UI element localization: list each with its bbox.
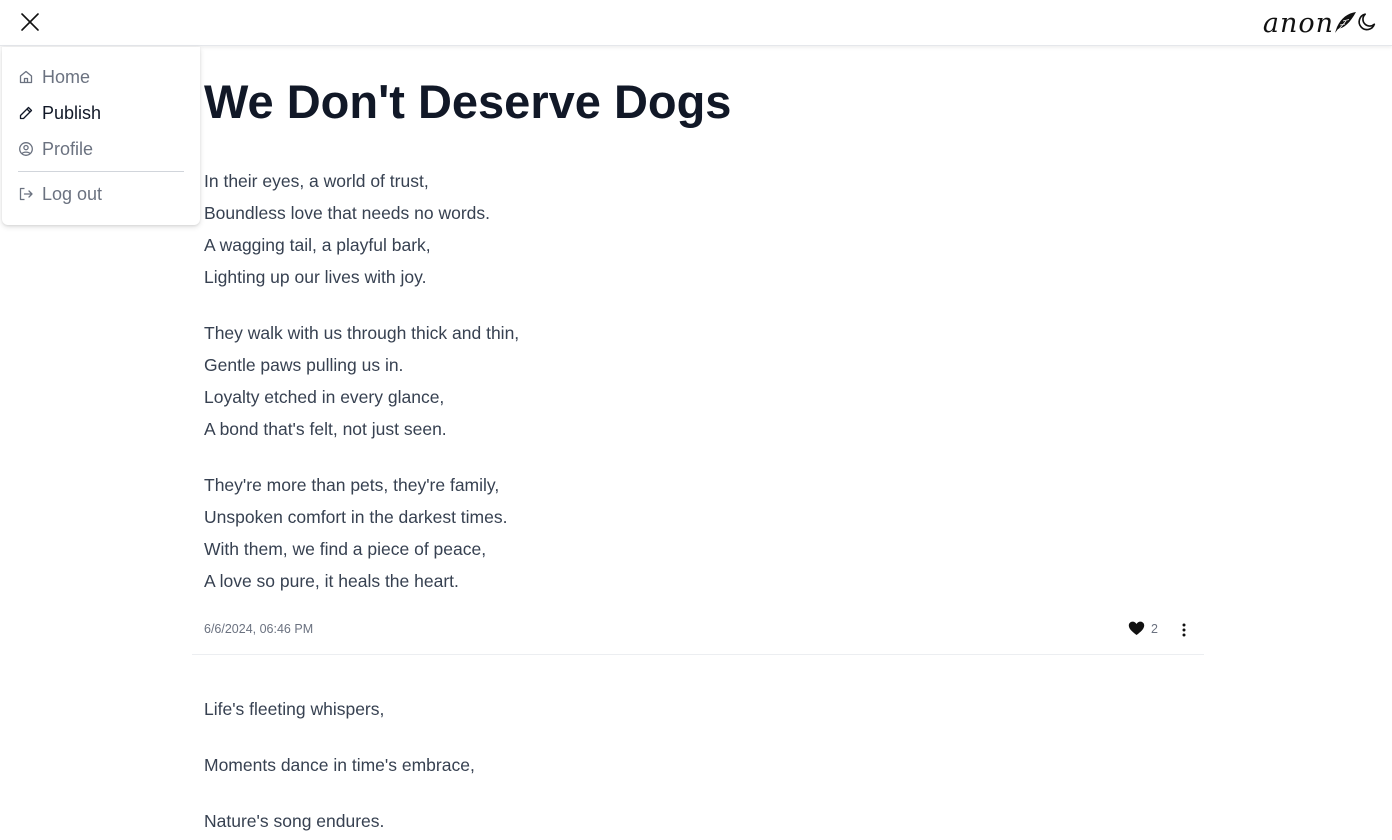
- close-icon: [21, 13, 39, 31]
- feather-icon: [1333, 12, 1356, 36]
- poem-line: Life's fleeting whispers,: [204, 699, 385, 719]
- poem-line: They walk with us through thick and thin…: [204, 323, 520, 343]
- poem-line: They're more than pets, they're family,: [204, 475, 500, 495]
- menu-item-profile[interactable]: Profile: [18, 137, 93, 161]
- home-icon: [18, 69, 34, 85]
- menu-item-label: Publish: [42, 102, 102, 123]
- user-circle-icon: [18, 141, 34, 157]
- poem-line: Nature's song endures.: [204, 811, 385, 831]
- poem-line: Moments dance in time's embrace,: [204, 755, 475, 775]
- post-title: We Don't Deserve Dogs: [204, 75, 732, 128]
- pencil-icon: [18, 105, 34, 121]
- poem-line: A bond that's felt, not just seen.: [204, 419, 447, 439]
- poem-line: Lighting up our lives with joy.: [204, 267, 427, 287]
- menu-divider: [18, 171, 184, 172]
- nav-menu: Home Publish Profile Log out: [2, 47, 200, 225]
- more-vertical-icon: [1182, 623, 1186, 637]
- brand-logo[interactable]: anon: [1263, 4, 1358, 42]
- like-button[interactable]: 2: [1128, 621, 1158, 636]
- menu-item-label: Profile: [42, 138, 94, 159]
- poem-line: Gentle paws pulling us in.: [204, 355, 404, 375]
- menu-item-logout[interactable]: Log out: [18, 182, 102, 206]
- close-menu-button[interactable]: [18, 10, 42, 34]
- post-options-button[interactable]: [1175, 620, 1193, 640]
- poem-line: In their eyes, a world of trust,: [204, 171, 429, 191]
- poem-line: With them, we find a piece of peace,: [204, 539, 487, 559]
- poem-line: Boundless love that needs no words.: [204, 203, 491, 223]
- menu-item-label: Log out: [42, 183, 103, 204]
- post-divider: [192, 654, 1204, 655]
- heart-icon: [1128, 621, 1145, 635]
- menu-item-publish[interactable]: Publish: [18, 101, 101, 125]
- poem-line: Loyalty etched in every glance,: [204, 387, 445, 407]
- brand-name: anon: [1262, 7, 1334, 39]
- menu-item-label: Home: [42, 66, 91, 87]
- top-bar: anon: [0, 0, 1392, 46]
- poem-line: A love so pure, it heals the heart.: [204, 571, 459, 591]
- theme-toggle-button[interactable]: [1356, 11, 1378, 33]
- moon-icon: [1358, 13, 1376, 31]
- like-count: 2: [1151, 621, 1158, 636]
- poem-line: A wagging tail, a playful bark,: [204, 235, 431, 255]
- logout-icon: [18, 186, 34, 202]
- menu-item-home[interactable]: Home: [18, 65, 90, 89]
- post-date: 6/6/2024, 06:46 PM: [204, 622, 314, 636]
- poem-line: Unspoken comfort in the darkest times.: [204, 507, 508, 527]
